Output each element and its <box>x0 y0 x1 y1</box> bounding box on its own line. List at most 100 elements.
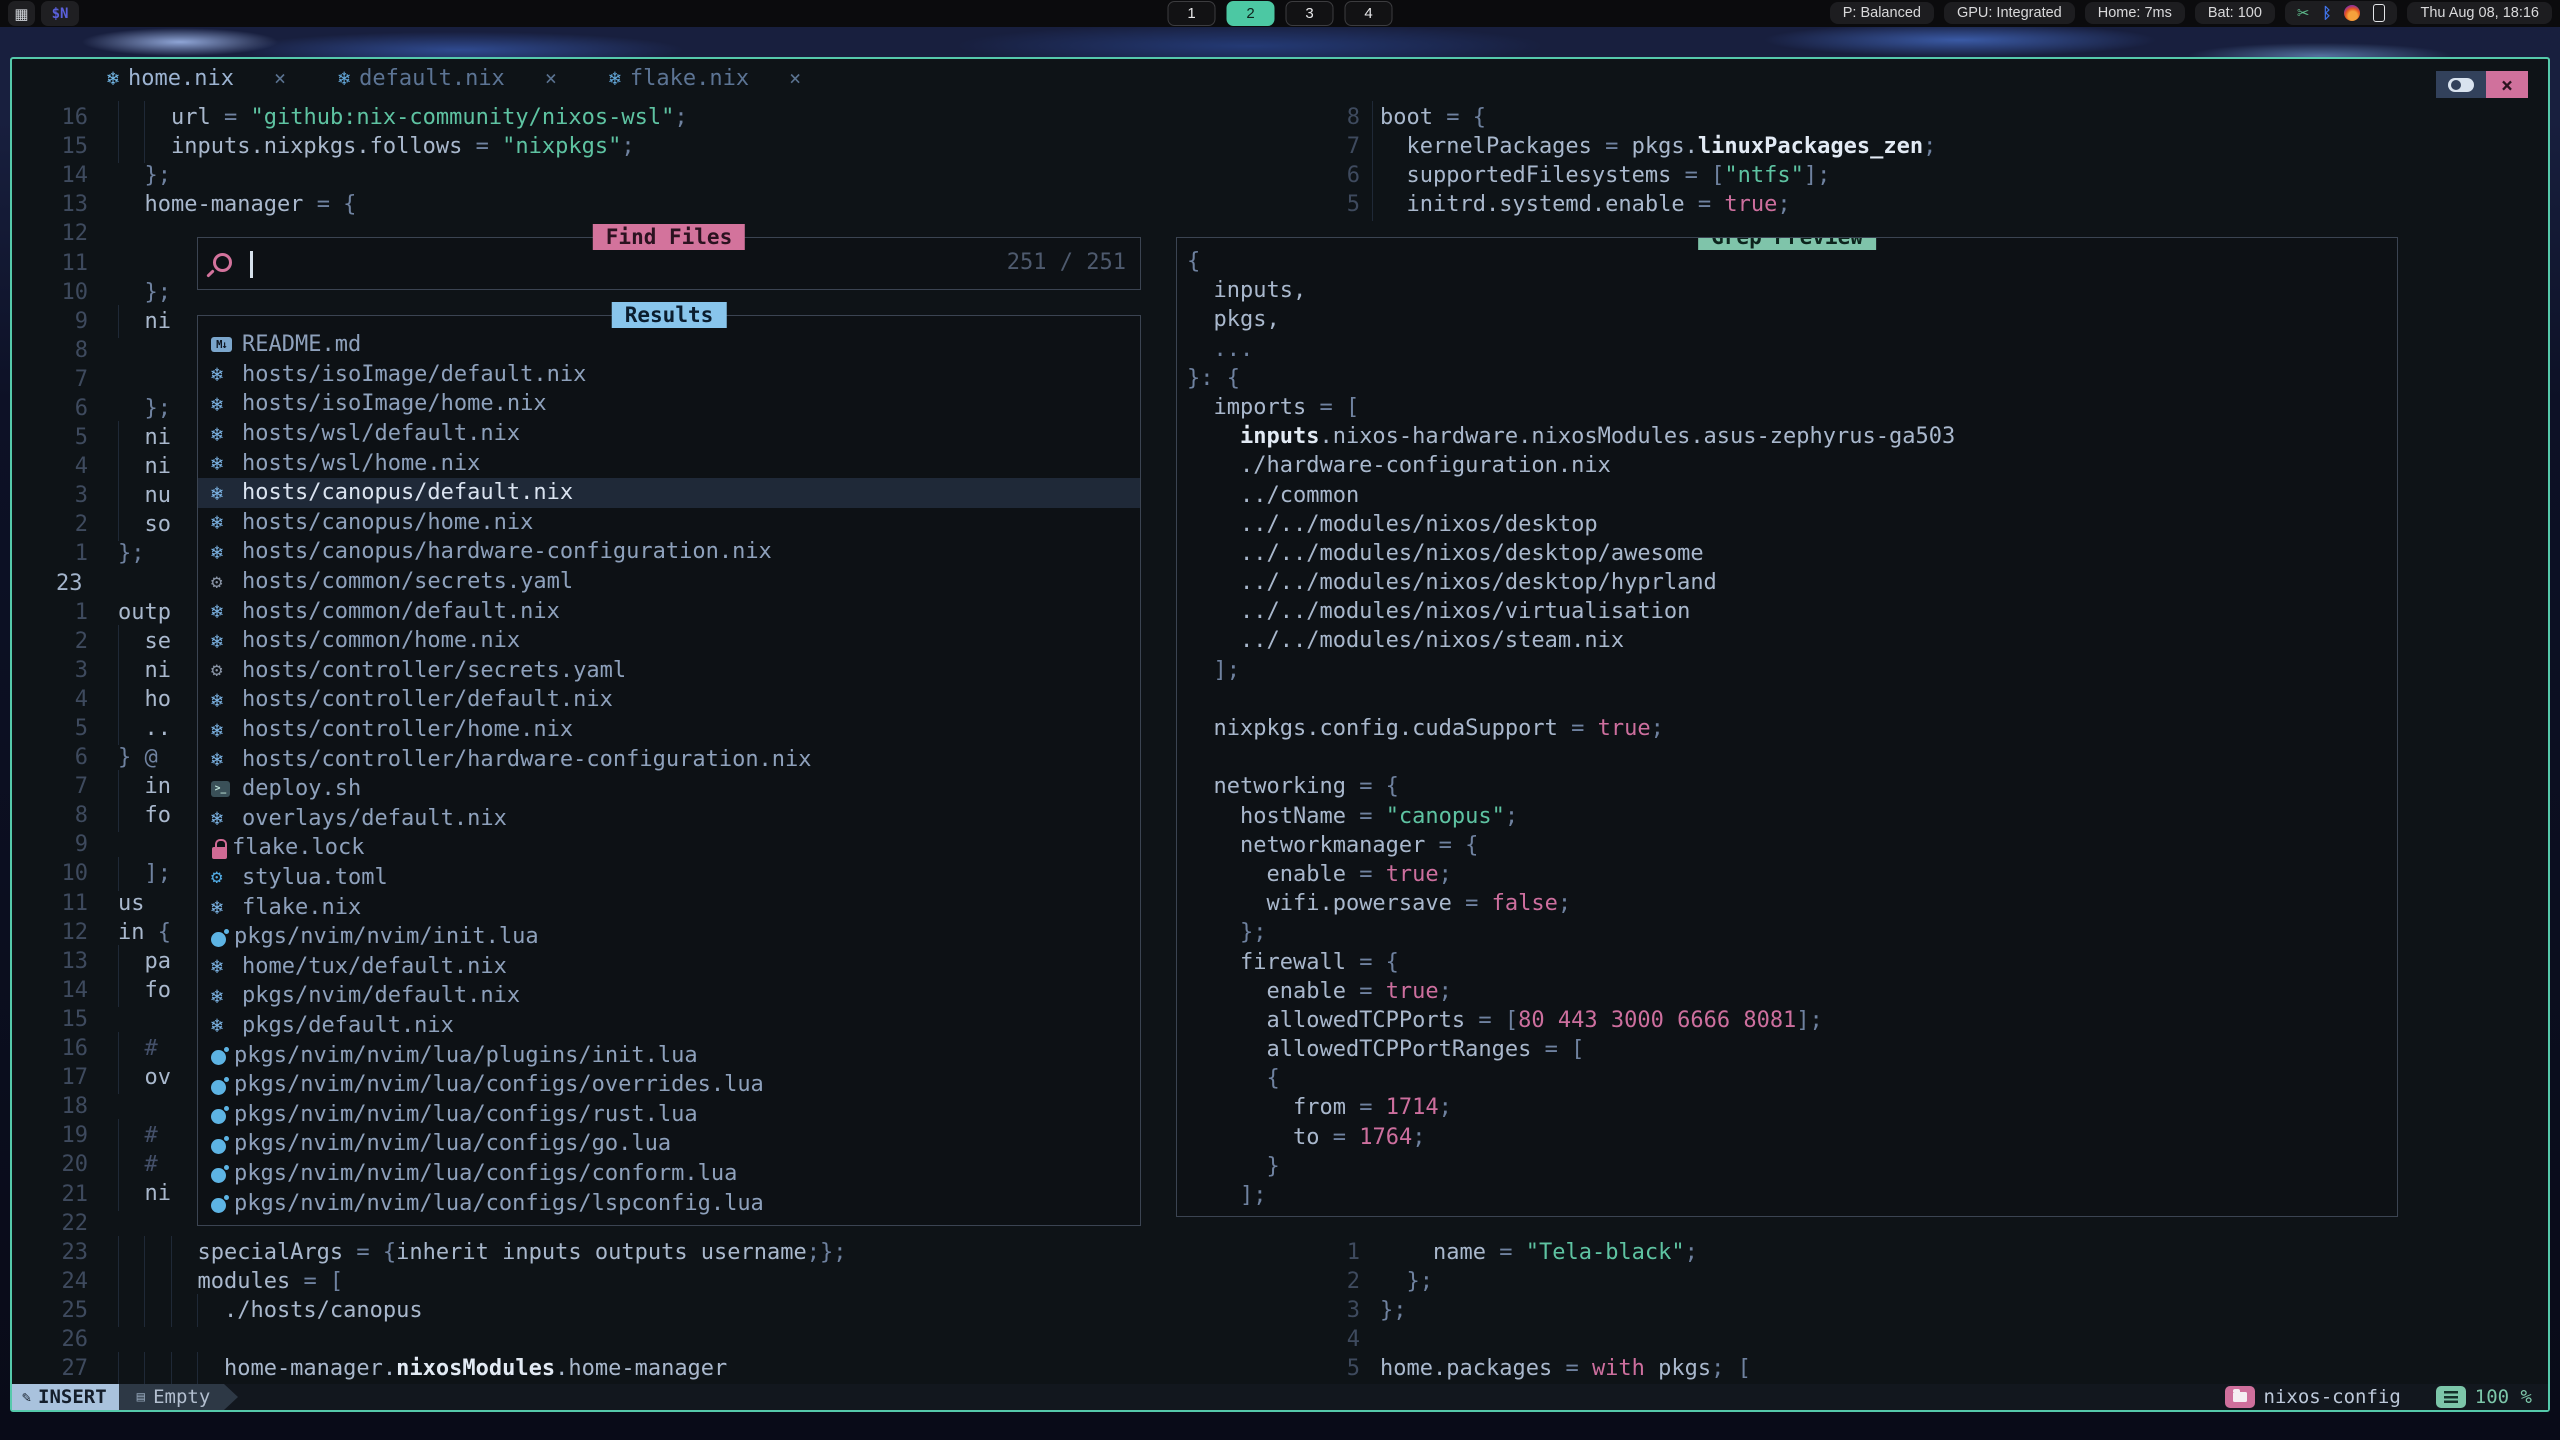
result-item[interactable]: ❄hosts/wsl/home.nix <box>198 448 1140 478</box>
workspace-button-2[interactable]: 2 <box>1227 1 1275 26</box>
preview-line: pkgs, <box>1187 305 2397 334</box>
buffer-label: Empty <box>153 1386 210 1408</box>
result-item[interactable]: ⚙hosts/controller/secrets.yaml <box>198 656 1140 686</box>
result-item[interactable]: ❄ hosts/common/default.nix <box>198 596 1140 626</box>
tab-close-icon[interactable]: × <box>789 66 801 90</box>
result-item[interactable]: ❄hosts/controller/home.nix <box>198 715 1140 745</box>
topbar-module-1[interactable]: GPU: Integrated <box>1944 2 2075 24</box>
preview-line: }; <box>1187 918 2397 947</box>
topbar-modules: P: Balanced GPU: Integrated Home: 7ms Bat: … <box>1830 2 2275 24</box>
result-item[interactable]: ❄flake.nix <box>198 892 1140 922</box>
code-text: in { <box>118 918 171 947</box>
result-item[interactable]: ❄hosts/isoImage/default.nix <box>198 360 1140 390</box>
line-number: 12 <box>12 221 88 246</box>
result-label: hosts/canopus/default.nix <box>242 480 573 505</box>
tab-label: home.nix <box>128 66 234 91</box>
yaml-glyph: ⚙ <box>211 659 222 681</box>
code-text: ni <box>118 452 171 481</box>
result-label: hosts/common/default.nix <box>242 599 560 624</box>
nix-glyph: ❄ <box>211 599 223 623</box>
topbar-module-0[interactable]: P: Balanced <box>1830 2 1934 24</box>
result-item[interactable]: pkgs/nvim/nvim/lua/configs/conform.lua <box>198 1159 1140 1189</box>
result-item[interactable]: ⚙hosts/common/secrets.yaml <box>198 567 1140 597</box>
result-item[interactable]: ❄pkgs/nvim/default.nix <box>198 981 1140 1011</box>
tab-flake.nix[interactable]: ❄flake.nix× <box>609 66 801 91</box>
preview-line: hostName = "canopus"; <box>1187 802 2397 831</box>
code-text: home-manager.nixosModules.home-manager <box>118 1354 727 1383</box>
nix-glyph: ❄ <box>211 481 223 505</box>
topbar-module-3[interactable]: Bat: 100 <box>2195 2 2275 24</box>
line-number: 7 <box>12 367 88 392</box>
code-text: in <box>118 772 171 801</box>
result-item[interactable]: ❄ hosts/canopus/default.nix <box>198 478 1140 508</box>
line-number: 23 <box>12 1240 88 1265</box>
scissors-icon[interactable]: ✂ <box>2297 4 2310 22</box>
preview-line: ./hardware-configuration.nix <box>1187 451 2397 480</box>
result-item[interactable]: ❄hosts/isoImage/home.nix <box>198 389 1140 419</box>
result-item[interactable]: ❄overlays/default.nix <box>198 804 1140 834</box>
code-text: home.packages = with pkgs; [ <box>1380 1354 1751 1383</box>
code-text: inputs.nixpkgs.follows = "nixpkgs"; <box>118 132 635 161</box>
result-item[interactable]: ❄hosts/controller/default.nix <box>198 685 1140 715</box>
result-item[interactable]: ❄hosts/wsl/default.nix <box>198 419 1140 449</box>
indent-guide <box>197 1352 198 1385</box>
code-text: }; <box>118 539 145 568</box>
workspace-button-3[interactable]: 3 <box>1286 1 1334 26</box>
tab-close-icon[interactable]: × <box>545 66 557 90</box>
shell-glyph: >_ <box>211 781 230 797</box>
lua-file-icon <box>211 1104 229 1124</box>
results-list: M↓README.md❄hosts/isoImage/default.nix❄h… <box>198 330 1140 1218</box>
bluetooth-icon[interactable]: ᛒ <box>2322 5 2331 22</box>
workspace-button-1[interactable]: 1 <box>1168 1 1216 26</box>
indent-guide <box>1372 188 1373 221</box>
search-input[interactable] <box>250 251 253 278</box>
clock[interactable]: Thu Aug 08, 18:16 <box>2407 2 2552 24</box>
tab-default.nix[interactable]: ❄default.nix× <box>338 66 557 91</box>
grep-preview-popup: Grep Preview { inputs, pkgs, ...}: { imp… <box>1176 237 2398 1217</box>
preview-line: { <box>1187 247 2397 276</box>
nix-glyph: ❄ <box>211 1013 223 1037</box>
result-item[interactable]: pkgs/nvim/nvim/lua/configs/rust.lua <box>198 1099 1140 1129</box>
result-item[interactable]: ⚙stylua.toml <box>198 863 1140 893</box>
code-text: }; <box>1380 1267 1433 1296</box>
result-item[interactable]: ❄hosts/common/home.nix <box>198 626 1140 656</box>
result-item[interactable]: pkgs/nvim/nvim/init.lua <box>198 922 1140 952</box>
result-item[interactable]: >_deploy.sh <box>198 774 1140 804</box>
result-item[interactable]: M↓README.md <box>198 330 1140 360</box>
tab-home.nix[interactable]: ❄home.nix× <box>107 66 286 91</box>
result-item[interactable]: ❄hosts/canopus/home.nix <box>198 508 1140 538</box>
flame-icon[interactable] <box>2344 5 2360 21</box>
line-number: 12 <box>12 920 88 945</box>
result-item[interactable]: ❄hosts/controller/hardware-configuration… <box>198 744 1140 774</box>
result-item[interactable]: ❄hosts/canopus/hardware-configuration.ni… <box>198 537 1140 567</box>
indent-guide <box>118 1061 119 1094</box>
editor-line: 2 }; <box>1322 1267 2548 1296</box>
result-item[interactable]: ❄home/tux/default.nix <box>198 951 1140 981</box>
result-item[interactable]: flake.lock <box>198 833 1140 863</box>
workspace-button-4[interactable]: 4 <box>1345 1 1393 26</box>
code-text: home-manager = { <box>118 190 356 219</box>
indent-guide <box>118 974 119 1007</box>
result-item[interactable]: pkgs/nvim/nvim/lua/plugins/init.lua <box>198 1040 1140 1070</box>
result-label: pkgs/nvim/nvim/init.lua <box>234 924 539 949</box>
result-count: 251 / 251 <box>1007 250 1126 275</box>
result-label: hosts/wsl/home.nix <box>242 451 480 476</box>
line-number: 4 <box>12 454 88 479</box>
line-number: 14 <box>12 163 88 188</box>
result-item[interactable]: pkgs/nvim/nvim/lua/configs/go.lua <box>198 1129 1140 1159</box>
window-close-button[interactable]: × <box>2486 71 2528 98</box>
topbar-module-2[interactable]: Home: 7ms <box>2085 2 2185 24</box>
yaml-file-icon: ⚙ <box>211 570 237 594</box>
phone-icon[interactable] <box>2373 4 2385 22</box>
result-label: pkgs/nvim/nvim/lua/configs/go.lua <box>234 1131 671 1156</box>
result-item[interactable]: pkgs/nvim/nvim/lua/configs/overrides.lua <box>198 1070 1140 1100</box>
line-number: 4 <box>1322 1327 1360 1352</box>
pin-toggle-button[interactable] <box>2436 71 2486 98</box>
shell-badge[interactable]: $N <box>41 1 79 26</box>
line-number: 5 <box>1322 1356 1360 1381</box>
result-label: hosts/controller/hardware-configuration.… <box>242 747 812 772</box>
result-item[interactable]: pkgs/nvim/nvim/lua/configs/lspconfig.lua <box>198 1188 1140 1218</box>
app-launcher-icon[interactable]: ▦ <box>8 1 35 26</box>
result-item[interactable]: ❄pkgs/default.nix <box>198 1011 1140 1041</box>
tab-close-icon[interactable]: × <box>274 66 286 90</box>
